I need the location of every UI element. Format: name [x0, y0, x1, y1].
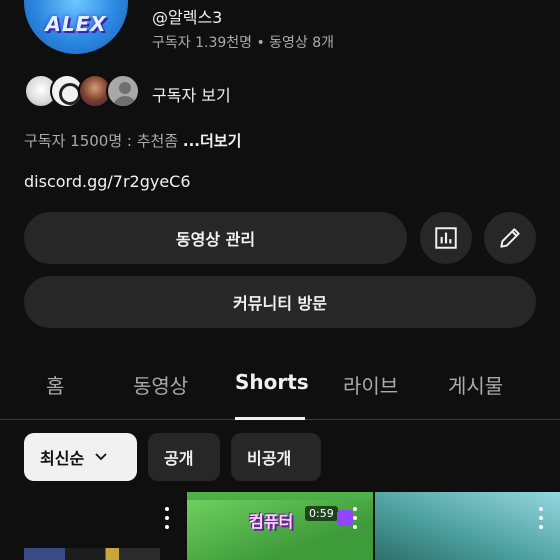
kebab-menu-icon[interactable] [533, 507, 549, 529]
filter-public-chip[interactable]: 공개 [148, 433, 220, 481]
channel-tabs: 홈 동영상 Shorts 라이브 게시물 [0, 356, 560, 420]
thumbnail-image [24, 548, 160, 560]
filter-private-chip[interactable]: 비공개 [231, 433, 321, 481]
view-subscribers-link[interactable]: 구독자 보기 [152, 82, 231, 106]
thumbnail-timer: 0:59 [305, 506, 338, 521]
active-tab-indicator [235, 417, 305, 420]
tab-live[interactable]: 라이브 [343, 356, 398, 420]
subscriber-avatars[interactable] [24, 74, 140, 108]
description-text: 구독자 1500명 : 추천좀 [24, 132, 183, 150]
channel-link[interactable]: discord.gg/7r2gyeC6 [24, 172, 191, 191]
tab-posts[interactable]: 게시물 [448, 356, 503, 420]
channel-avatar[interactable]: ALEX [24, 0, 128, 54]
tab-home[interactable]: 홈 [46, 356, 64, 420]
thumbnail-title-overlay: 컴퓨터 [249, 512, 294, 531]
sort-dropdown[interactable]: 최신순 [24, 433, 137, 481]
chevron-down-icon [95, 453, 107, 461]
channel-stats: 구독자 1.39천명 • 동영상 8개 [152, 35, 335, 51]
manage-videos-button[interactable]: 동영상 관리 [24, 212, 407, 264]
bar-chart-icon [435, 227, 457, 249]
channel-handle: @알렉스3 [152, 8, 223, 27]
edit-channel-button[interactable] [484, 212, 536, 264]
tab-shorts[interactable]: Shorts [235, 356, 309, 420]
default-avatar-icon [106, 74, 140, 108]
more-link[interactable]: ...더보기 [183, 132, 242, 150]
analytics-button[interactable] [420, 212, 472, 264]
short-thumbnail[interactable] [0, 492, 185, 560]
avatar-logo-text: ALEX [45, 12, 107, 36]
channel-description[interactable]: 구독자 1500명 : 추천좀 ...더보기 [24, 130, 241, 151]
visit-community-button[interactable]: 커뮤니티 방문 [24, 276, 536, 328]
pencil-icon [500, 228, 520, 248]
tab-videos[interactable]: 동영상 [133, 356, 188, 420]
kebab-menu-icon[interactable] [347, 507, 363, 529]
sort-label: 최신순 [40, 449, 85, 468]
short-thumbnail[interactable]: 컴퓨터 0:59 [187, 492, 373, 560]
kebab-menu-icon[interactable] [159, 507, 175, 529]
